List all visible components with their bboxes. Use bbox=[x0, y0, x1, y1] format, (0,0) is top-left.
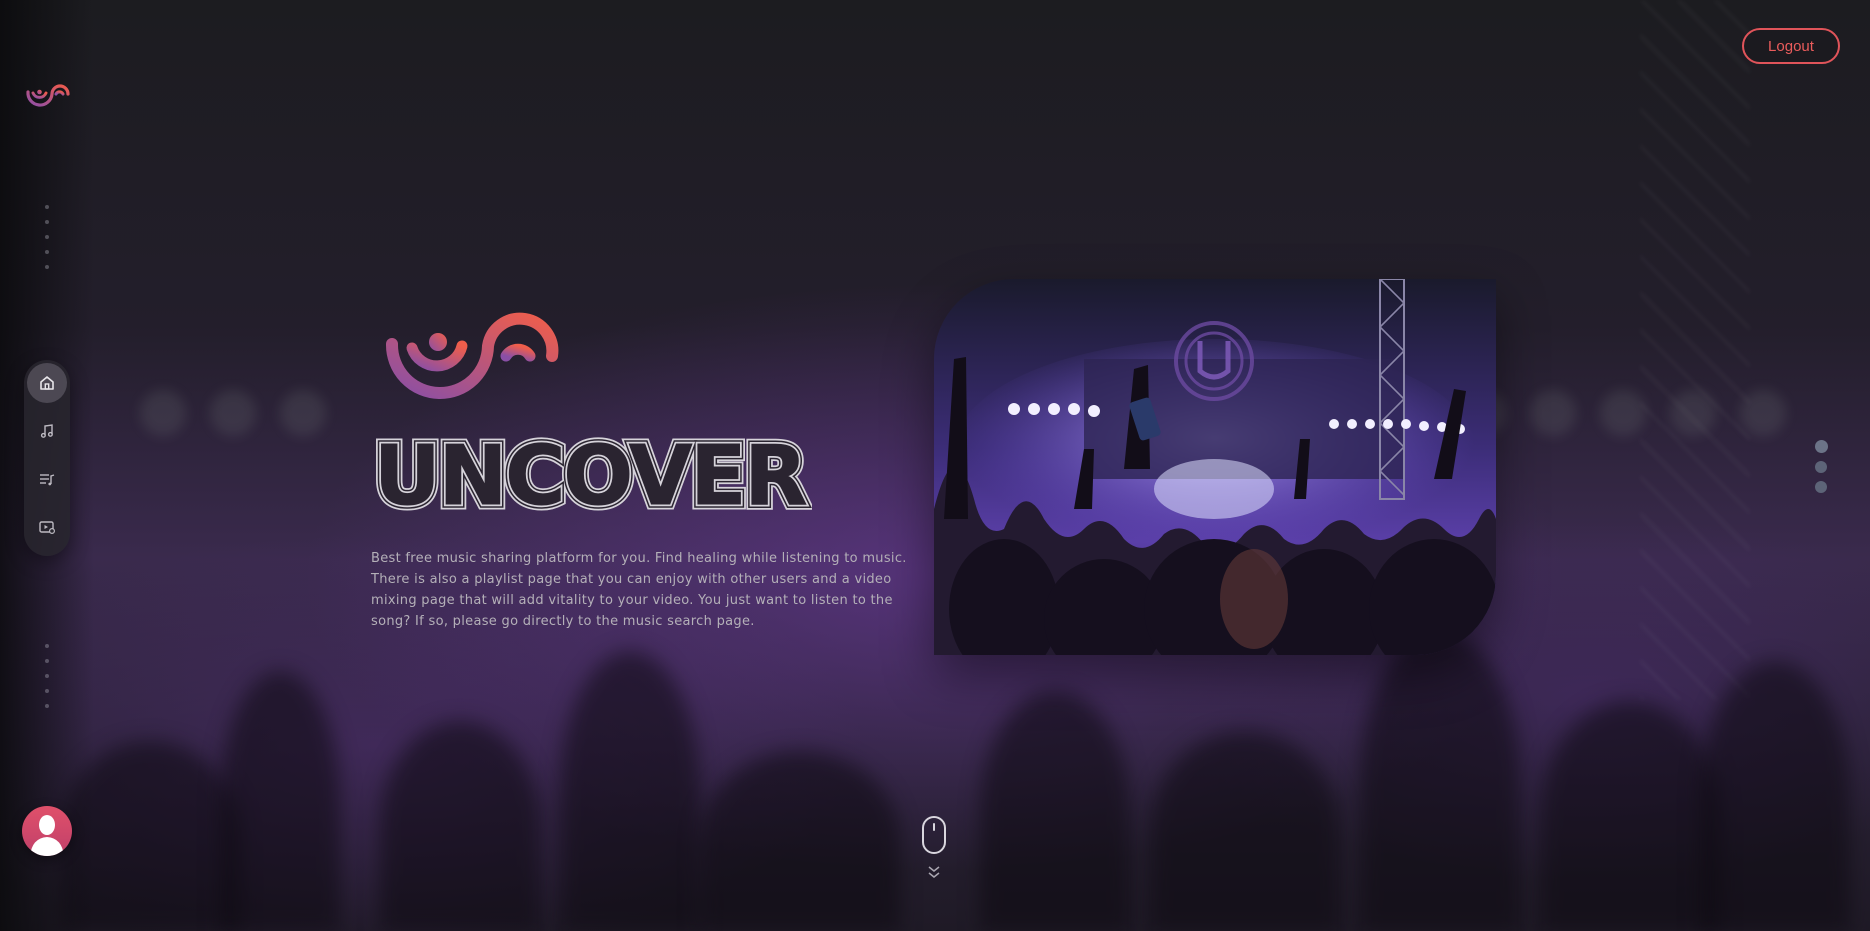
sidebar-dots-bottom bbox=[45, 644, 49, 708]
user-avatar[interactable] bbox=[22, 806, 72, 856]
sidebar-item-home[interactable] bbox=[27, 363, 67, 403]
music-note-icon bbox=[40, 424, 53, 438]
sidebar-dots-top bbox=[45, 205, 49, 269]
playlist-icon bbox=[40, 474, 55, 486]
landing-page: Logout UNCOVER UNCOVER UNCOVER UNCOVER B… bbox=[0, 0, 1870, 931]
hero-description: Best free music sharing platform for you… bbox=[371, 551, 907, 629]
sidebar-item-playlist[interactable] bbox=[27, 459, 67, 499]
brand-logo-icon[interactable] bbox=[24, 78, 70, 110]
page-dot-3[interactable] bbox=[1815, 481, 1827, 493]
page-dot-1[interactable] bbox=[1815, 440, 1828, 453]
double-chevron-down-icon[interactable] bbox=[926, 864, 942, 880]
home-icon bbox=[40, 376, 54, 390]
sidebar bbox=[0, 0, 94, 931]
sidebar-nav bbox=[24, 360, 70, 556]
avatar-person-icon bbox=[30, 815, 64, 856]
hero-logo-icon bbox=[385, 312, 559, 399]
hero-title: UNCOVER UNCOVER UNCOVER UNCOVER bbox=[372, 432, 812, 512]
concert-image bbox=[934, 279, 1496, 655]
video-mix-icon bbox=[39, 521, 56, 535]
svg-text:UNCOVER: UNCOVER bbox=[374, 432, 806, 512]
page-dot-2[interactable] bbox=[1815, 461, 1827, 473]
logout-button[interactable]: Logout bbox=[1742, 28, 1840, 64]
sidebar-item-music[interactable] bbox=[27, 411, 67, 451]
mouse-scroll-icon[interactable] bbox=[921, 815, 947, 855]
page-pagination bbox=[1815, 440, 1828, 493]
sidebar-item-video-mix[interactable] bbox=[27, 507, 67, 547]
